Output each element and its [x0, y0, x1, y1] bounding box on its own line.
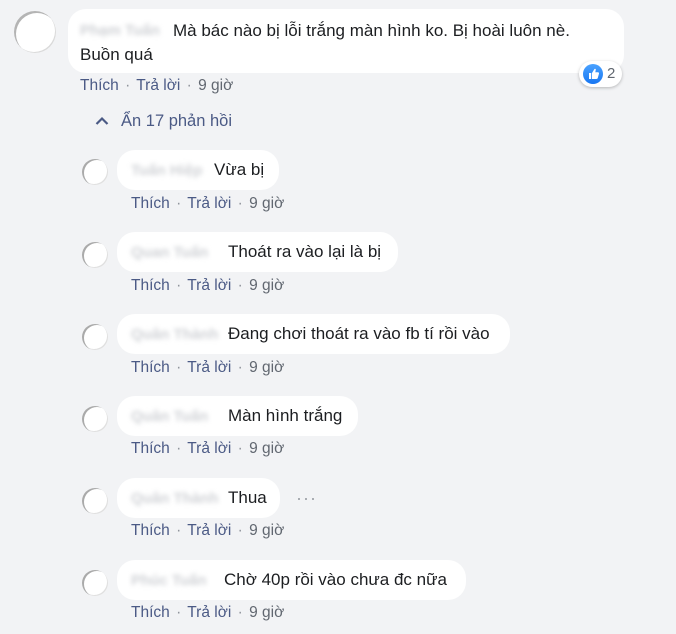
separator: · [237, 277, 243, 294]
reply-author-name[interactable]: Quân Thành [131, 324, 219, 346]
separator: · [237, 440, 243, 457]
reply-bubble: Phúc Tuấn Chờ 40p rồi vào chưa đc nữa [117, 560, 466, 600]
reply-link[interactable]: Trả lời [136, 77, 180, 94]
reply-avatar[interactable] [82, 406, 108, 432]
reply-actions: Thích · Trả lời · 9 giờ [131, 359, 284, 377]
separator: · [176, 277, 182, 294]
reply-author-name[interactable]: Quân Tuấn [131, 406, 208, 428]
main-comment-text-line1: Mà bác nào bị lỗi trắng màn hình ko. Bị … [173, 21, 570, 40]
like-link[interactable]: Thích [131, 277, 170, 294]
hide-replies-toggle[interactable]: Ẩn 17 phản hồi [95, 112, 232, 131]
separator: · [176, 522, 182, 539]
separator: · [176, 195, 182, 212]
reply-link[interactable]: Trả lời [187, 522, 231, 539]
reply-timestamp[interactable]: 9 giờ [249, 522, 284, 539]
reply-avatar[interactable] [82, 324, 108, 350]
reaction-count: 2 [607, 65, 616, 82]
reply-author-name[interactable]: Tuấn Hiệp [131, 160, 202, 182]
reply-timestamp[interactable]: 9 giờ [249, 359, 284, 376]
reply-link[interactable]: Trả lời [187, 604, 231, 621]
commenter-name[interactable]: Phạm Tuấn [80, 20, 160, 42]
reply-bubble: Quân Thành Đang chơi thoát ra vào fb tí … [117, 314, 510, 354]
reply-actions: Thích · Trả lời · 9 giờ [131, 277, 284, 295]
reaction-summary[interactable]: 2 [579, 61, 622, 87]
reply-text: Vừa bị [214, 160, 265, 179]
commenter-avatar[interactable] [14, 11, 56, 53]
reply-timestamp[interactable]: 9 giờ [249, 440, 284, 457]
reply-bubble: Quân Tuấn Màn hình trắng [117, 396, 358, 436]
like-link[interactable]: Thích [131, 440, 170, 457]
separator: · [176, 359, 182, 376]
reply-avatar[interactable] [82, 488, 108, 514]
reply-text: Thoát ra vào lại là bị [228, 242, 382, 261]
reply-bubble: Quan Tuấn Thoát ra vào lại là bị [117, 232, 398, 272]
main-comment-bubble: Phạm Tuấn Mà bác nào bị lỗi trắng màn hì… [68, 9, 624, 73]
reply-text: Thua [228, 488, 267, 507]
reply-avatar[interactable] [82, 242, 108, 268]
like-link[interactable]: Thích [131, 359, 170, 376]
reply-timestamp[interactable]: 9 giờ [249, 277, 284, 294]
main-comment-text-line2: Buồn quá [80, 45, 153, 64]
like-link[interactable]: Thích [131, 195, 170, 212]
reply-link[interactable]: Trả lời [187, 359, 231, 376]
separator: · [237, 604, 243, 621]
reply-avatar[interactable] [82, 570, 108, 596]
reply-text: Màn hình trắng [228, 406, 343, 425]
reply-link[interactable]: Trả lời [187, 277, 231, 294]
reply-author-name[interactable]: Quan Tuấn [131, 242, 208, 264]
reply-bubble: Quân Thành Thua [117, 478, 280, 518]
separator: · [125, 77, 131, 94]
reply-actions: Thích · Trả lời · 9 giờ [131, 604, 284, 622]
reply-actions: Thích · Trả lời · 9 giờ [131, 522, 284, 540]
like-reaction-icon [583, 64, 603, 84]
reply-author-name[interactable]: Phúc Tuấn [131, 570, 207, 592]
separator: · [237, 522, 243, 539]
like-link[interactable]: Thích [131, 522, 170, 539]
more-options-icon[interactable]: ··· [296, 488, 317, 509]
comment-timestamp[interactable]: 9 giờ [198, 77, 233, 94]
reply-actions: Thích · Trả lời · 9 giờ [131, 440, 284, 458]
hide-replies-label: Ẩn 17 phản hồi [121, 112, 233, 130]
reply-timestamp[interactable]: 9 giờ [249, 604, 284, 621]
reply-link[interactable]: Trả lời [187, 195, 231, 212]
reply-text: Đang chơi thoát ra vào fb tí rồi vào [228, 324, 490, 343]
separator: · [237, 359, 243, 376]
reply-timestamp[interactable]: 9 giờ [249, 195, 284, 212]
like-link[interactable]: Thích [80, 77, 119, 94]
reply-avatar[interactable] [82, 159, 108, 185]
reply-bubble: Tuấn Hiệp Vừa bị [117, 150, 279, 190]
separator: · [186, 77, 192, 94]
chevron-up-icon [95, 112, 109, 131]
reply-link[interactable]: Trả lời [187, 440, 231, 457]
like-link[interactable]: Thích [131, 604, 170, 621]
reply-text: Chờ 40p rồi vào chưa đc nữa [224, 570, 447, 589]
reply-actions: Thích · Trả lời · 9 giờ [131, 195, 284, 213]
separator: · [237, 195, 243, 212]
separator: · [176, 604, 182, 621]
separator: · [176, 440, 182, 457]
main-comment-actions: Thích · Trả lời · 9 giờ [80, 77, 233, 95]
reply-author-name[interactable]: Quân Thành [131, 488, 219, 510]
